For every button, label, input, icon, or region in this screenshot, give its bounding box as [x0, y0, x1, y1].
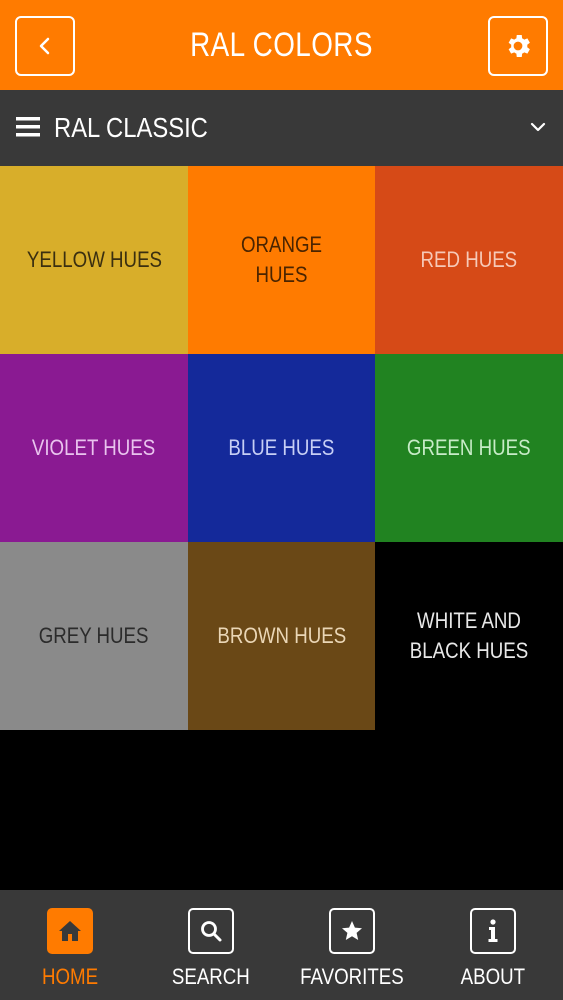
tile-label: RED HUES	[420, 247, 518, 272]
chevron-left-icon	[39, 37, 50, 55]
nav-home[interactable]: HOME	[0, 890, 141, 1000]
tile-label: YELLOW HUES	[26, 247, 162, 272]
tile-label: ORANGE HUES	[240, 232, 323, 287]
nav-icon-box	[188, 908, 235, 954]
tile-blue-hues[interactable]: BLUE HUES	[188, 354, 375, 542]
search-icon	[201, 921, 222, 942]
bottom-navigation: HOME SEARCH FAVORITES ABOUT	[0, 890, 563, 1000]
chevron-down-icon	[530, 122, 546, 132]
tile-label: GREY HUES	[39, 623, 149, 648]
nav-label: HOME	[42, 964, 99, 989]
tile-label: GREEN HUES	[407, 435, 531, 460]
nav-search[interactable]: SEARCH	[141, 890, 282, 1000]
tile-yellow-hues[interactable]: YELLOW HUES	[0, 166, 188, 354]
tile-label: BLUE HUES	[228, 435, 335, 460]
menu-button[interactable]	[16, 116, 40, 143]
tile-label: BROWN HUES	[217, 623, 346, 648]
hue-grid: YELLOW HUES ORANGE HUES RED HUES VIOLET …	[0, 166, 563, 730]
nav-about[interactable]: ABOUT	[422, 890, 563, 1000]
home-icon	[59, 921, 82, 941]
tile-label: WHITE AND BLACK HUES	[409, 608, 529, 663]
nav-label: ABOUT	[460, 964, 525, 989]
gear-icon	[508, 35, 530, 57]
tile-white-and-black-hues[interactable]: WHITE AND BLACK HUES	[375, 542, 563, 730]
star-icon	[341, 921, 362, 940]
collection-selector[interactable]: RAL CLASSIC	[0, 90, 563, 166]
collection-label: RAL CLASSIC	[54, 112, 208, 143]
nav-label: SEARCH	[172, 964, 251, 989]
tile-green-hues[interactable]: GREEN HUES	[375, 354, 563, 542]
app-header: RAL COLORS	[0, 0, 563, 90]
nav-icon-box	[328, 908, 375, 954]
info-icon	[488, 919, 498, 942]
back-button[interactable]	[15, 16, 75, 76]
tile-red-hues[interactable]: RED HUES	[375, 166, 563, 354]
nav-icon-box	[469, 908, 516, 954]
nav-favorites[interactable]: FAVORITES	[282, 890, 423, 1000]
dropdown-toggle[interactable]	[529, 118, 547, 141]
settings-button[interactable]	[488, 16, 548, 76]
tile-label: VIOLET HUES	[32, 435, 156, 460]
app-title: RAL COLORS	[190, 25, 373, 64]
tile-violet-hues[interactable]: VIOLET HUES	[0, 354, 188, 542]
tile-brown-hues[interactable]: BROWN HUES	[188, 542, 375, 730]
nav-icon-box	[47, 908, 94, 954]
nav-label: FAVORITES	[300, 964, 404, 989]
hamburger-menu-icon	[16, 117, 40, 137]
tile-orange-hues[interactable]: ORANGE HUES	[188, 166, 375, 354]
tile-grey-hues[interactable]: GREY HUES	[0, 542, 188, 730]
